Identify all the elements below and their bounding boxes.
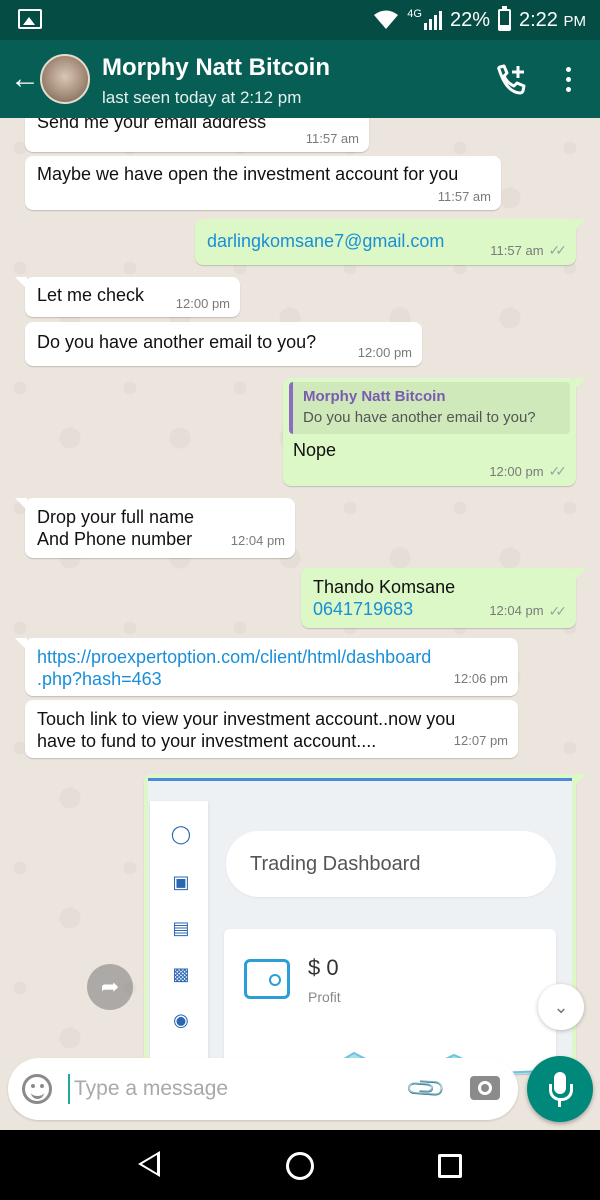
network-type-label: 4G (407, 8, 422, 20)
message-incoming[interactable]: Touch link to view your investment accou… (25, 700, 518, 758)
message-list[interactable]: Send me your email address 11:57 am Mayb… (0, 118, 600, 1130)
add-call-icon[interactable] (494, 64, 528, 98)
message-time: 11:57 am ✓✓ (490, 242, 568, 259)
message-incoming[interactable]: Maybe we have open the investment accoun… (25, 156, 501, 210)
message-time: 12:00 pm (357, 345, 412, 360)
battery-percent: 22% (449, 8, 490, 31)
message-text: Maybe we have open the investment accoun… (37, 164, 459, 184)
message-incoming[interactable]: Send me your email address 11:57 am (25, 118, 369, 152)
system-nav-bar (0, 1130, 600, 1200)
contact-name[interactable]: Morphy Natt Bitcoin (102, 54, 330, 82)
contact-avatar[interactable] (40, 54, 90, 104)
user-shield-icon: ◉ (173, 1010, 189, 1030)
dashboard-sidebar: ◯ ▣ ▤ ▩ ◉ (150, 801, 208, 1074)
wallet-icon: ▣ (172, 872, 190, 892)
message-input[interactable] (68, 1074, 388, 1104)
message-time: 12:00 pm (175, 296, 230, 311)
url-link-line[interactable]: https://proexpertoption.com/client/html/… (37, 646, 506, 668)
image-message[interactable]: ◯ ▣ ▤ ▩ ◉ Trading Dashboard $ 0 Profit (144, 774, 586, 1074)
forward-icon[interactable]: ➦ (87, 964, 133, 1010)
message-text-line: Thando Komsane (313, 577, 456, 597)
wifi-icon (374, 10, 399, 29)
nav-back-icon[interactable] (138, 1151, 160, 1177)
dashboard-title: Trading Dashboard (226, 831, 556, 897)
message-time: 12:04 pm (230, 533, 285, 548)
message-text-line: Touch link to view your investment accou… (37, 709, 456, 729)
read-ticks-icon: ✓✓ (548, 463, 568, 479)
read-ticks-icon: ✓✓ (548, 603, 568, 619)
status-bar: 4G 22% 2:22 PM (0, 0, 600, 40)
status-time: 2:22 PM (519, 8, 586, 31)
nav-home-icon[interactable] (286, 1152, 314, 1180)
message-text-line: have to fund to your investment account.… (37, 731, 377, 751)
more-options-icon[interactable] (556, 64, 580, 94)
globe-icon: ◯ (170, 824, 192, 844)
profit-value: $ 0 (308, 955, 339, 980)
battery-icon (498, 6, 511, 31)
gallery-notification-icon (18, 9, 42, 29)
message-outgoing[interactable]: darlingkomsane7@gmail.com 11:57 am ✓✓ (195, 219, 586, 265)
message-time: 11:57 am (305, 131, 359, 146)
message-incoming[interactable]: Drop your full name And Phone number 12:… (15, 498, 295, 558)
message-time: 12:06 pm (453, 671, 508, 686)
read-ticks-icon: ✓✓ (548, 242, 568, 258)
quoted-message[interactable]: Morphy Natt Bitcoin Do you have another … (289, 382, 570, 434)
emoji-icon[interactable] (22, 1074, 52, 1104)
nav-recents-icon[interactable] (438, 1154, 462, 1178)
back-arrow-icon[interactable]: ← (10, 64, 40, 94)
cart-icon: ▤ (172, 918, 190, 938)
message-incoming[interactable]: Let me check 12:00 pm (15, 277, 240, 317)
wallet-icon (244, 959, 290, 999)
dashboard-screenshot[interactable]: ◯ ▣ ▤ ▩ ◉ Trading Dashboard $ 0 Profit (148, 778, 572, 1074)
message-text-line: Drop your full name (37, 507, 195, 527)
microphone-icon[interactable] (527, 1056, 593, 1122)
message-time: 12:00 pm ✓✓ (489, 463, 568, 480)
quoted-text: Do you have another email to you? (303, 409, 536, 426)
scroll-down-icon[interactable]: ⌄ (538, 984, 584, 1030)
message-incoming[interactable]: https://proexpertoption.com/client/html/… (15, 638, 518, 696)
last-seen-status: last seen today at 2:12 pm (102, 88, 302, 107)
message-time: 11:57 am (437, 189, 491, 204)
quoted-author: Morphy Natt Bitcoin (303, 388, 446, 405)
chat-header: ← Morphy Natt Bitcoin last seen today at… (0, 40, 600, 118)
message-text: Send me your email address (37, 118, 267, 132)
message-text: Do you have another email to you? (37, 332, 317, 352)
message-outgoing-reply[interactable]: Morphy Natt Bitcoin Do you have another … (283, 378, 586, 486)
signal-icon (423, 11, 442, 30)
message-time: 12:04 pm ✓✓ (489, 600, 568, 622)
message-composer: 📎 (8, 1058, 518, 1120)
message-text: Nope (293, 440, 337, 460)
message-time: 12:07 pm (453, 733, 508, 748)
message-incoming[interactable]: Do you have another email to you? 12:00 … (25, 322, 422, 366)
profit-label: Profit (308, 989, 341, 1005)
attach-icon[interactable]: 📎 (404, 1066, 449, 1111)
camera-icon[interactable] (470, 1076, 500, 1100)
profit-card: $ 0 Profit (224, 929, 556, 1074)
url-link-line[interactable]: .php?hash=463 (37, 668, 506, 690)
monitor-icon: ▩ (172, 964, 190, 984)
message-outgoing[interactable]: Thando Komsane 0641719683 12:04 pm ✓✓ (301, 568, 586, 628)
